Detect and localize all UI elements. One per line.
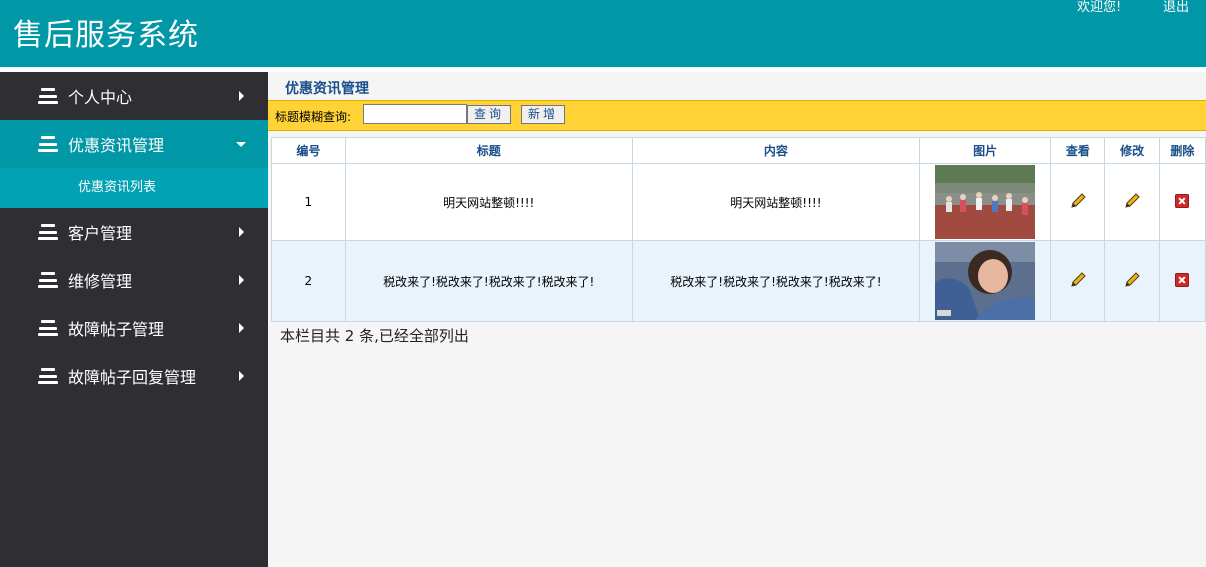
cell-image bbox=[918, 240, 1052, 322]
column-header-content: 内容 bbox=[631, 137, 921, 164]
stack-icon bbox=[38, 368, 58, 384]
page-title: 优惠资讯管理 bbox=[285, 81, 369, 97]
cell-delete bbox=[1158, 240, 1206, 322]
cell-edit bbox=[1104, 240, 1160, 322]
column-header-id: 编号 bbox=[271, 137, 346, 164]
column-header-image: 图片 bbox=[918, 137, 1052, 164]
cell-id: 1 bbox=[271, 163, 346, 241]
logout-link[interactable]: 退出 bbox=[1163, 0, 1189, 16]
column-header-title: 标题 bbox=[344, 137, 633, 164]
column-header-view: 查看 bbox=[1050, 137, 1106, 164]
query-button[interactable]: 查询 bbox=[467, 105, 512, 124]
view-pencil-icon[interactable] bbox=[1069, 192, 1087, 210]
stack-icon bbox=[38, 224, 58, 240]
chevron-right-icon bbox=[239, 371, 244, 381]
sidebar-item-label: 个人中心 bbox=[68, 88, 133, 107]
edit-pencil-icon[interactable] bbox=[1123, 271, 1141, 289]
table-row: 2 税改来了!税改来了!税改来了!税改来了! 税改来了!税改来了!税改来了!税改… bbox=[271, 240, 1206, 322]
stack-icon bbox=[38, 320, 58, 336]
sidebar-item-personal-center[interactable]: 个人中心 bbox=[0, 72, 268, 120]
cell-view bbox=[1050, 240, 1106, 322]
news-table: 编号 标题 内容 图片 查看 修改 删除 1 明天网站整顿!!!! 明天网站整顿… bbox=[271, 137, 1206, 322]
main-content: 优惠资讯管理 标题模糊查询: 查询 新增 编号 标题 内容 图片 查看 修改 删… bbox=[268, 72, 1206, 567]
cell-title: 税改来了!税改来了!税改来了!税改来了! bbox=[344, 240, 633, 322]
sidebar-item-repairs[interactable]: 维修管理 bbox=[0, 256, 268, 304]
stack-icon bbox=[38, 88, 58, 104]
chevron-down-icon bbox=[236, 142, 246, 147]
table-header-row: 编号 标题 内容 图片 查看 修改 删除 bbox=[271, 137, 1206, 164]
cell-edit bbox=[1104, 163, 1160, 241]
chevron-right-icon bbox=[239, 227, 244, 237]
cell-title: 明天网站整顿!!!! bbox=[344, 163, 633, 241]
search-input[interactable] bbox=[363, 104, 467, 124]
app-header: 售后服务系统 欢迎您! 退出 bbox=[0, 0, 1206, 67]
edit-pencil-icon[interactable] bbox=[1123, 192, 1141, 210]
children-playground-photo[interactable] bbox=[935, 165, 1036, 239]
sidebar-item-label: 优惠资讯管理 bbox=[68, 136, 165, 155]
sidebar-item-label: 维修管理 bbox=[68, 272, 133, 291]
sidebar-item-customers[interactable]: 客户管理 bbox=[0, 208, 268, 256]
search-label: 标题模糊查询: bbox=[275, 110, 352, 124]
search-bar: 标题模糊查询: 查询 新增 bbox=[268, 100, 1206, 131]
welcome-text: 欢迎您! bbox=[1077, 0, 1122, 15]
chevron-right-icon bbox=[239, 275, 244, 285]
record-count-text: 本栏目共 2 条,已经全部列出 bbox=[280, 327, 469, 345]
app-title: 售后服务系统 bbox=[13, 18, 199, 53]
sidebar: 个人中心 优惠资讯管理 优惠资讯列表 客户管理 维修管理 故障帖子管理 故障帖子… bbox=[0, 72, 268, 567]
delete-icon[interactable] bbox=[1175, 272, 1190, 287]
delete-icon[interactable] bbox=[1175, 193, 1190, 208]
cell-content: 税改来了!税改来了!税改来了!税改来了! bbox=[631, 240, 921, 322]
stack-icon bbox=[38, 136, 58, 152]
sidebar-item-fault-posts[interactable]: 故障帖子管理 bbox=[0, 304, 268, 352]
cell-id: 2 bbox=[271, 240, 346, 322]
cell-image bbox=[918, 163, 1052, 241]
chevron-right-icon bbox=[239, 323, 244, 333]
sidebar-item-fault-replies[interactable]: 故障帖子回复管理 bbox=[0, 352, 268, 400]
cell-delete bbox=[1158, 163, 1206, 241]
view-pencil-icon[interactable] bbox=[1069, 271, 1087, 289]
sidebar-item-label: 客户管理 bbox=[68, 224, 133, 243]
column-header-edit: 修改 bbox=[1104, 137, 1160, 164]
cell-content: 明天网站整顿!!!! bbox=[631, 163, 921, 241]
chevron-right-icon bbox=[239, 91, 244, 101]
sidebar-item-promo-news[interactable]: 优惠资讯管理 bbox=[0, 120, 268, 168]
sidebar-item-label: 故障帖子管理 bbox=[68, 320, 165, 339]
table-row: 1 明天网站整顿!!!! 明天网站整顿!!!! bbox=[271, 163, 1206, 241]
sidebar-item-label: 故障帖子回复管理 bbox=[68, 368, 197, 387]
column-header-delete: 删除 bbox=[1158, 137, 1206, 164]
stack-icon bbox=[38, 272, 58, 288]
people-hugging-photo[interactable] bbox=[935, 242, 1036, 320]
add-button[interactable]: 新增 bbox=[521, 105, 566, 124]
cell-view bbox=[1050, 163, 1106, 241]
sidebar-subitem-promo-news-list[interactable]: 优惠资讯列表 bbox=[0, 168, 268, 208]
